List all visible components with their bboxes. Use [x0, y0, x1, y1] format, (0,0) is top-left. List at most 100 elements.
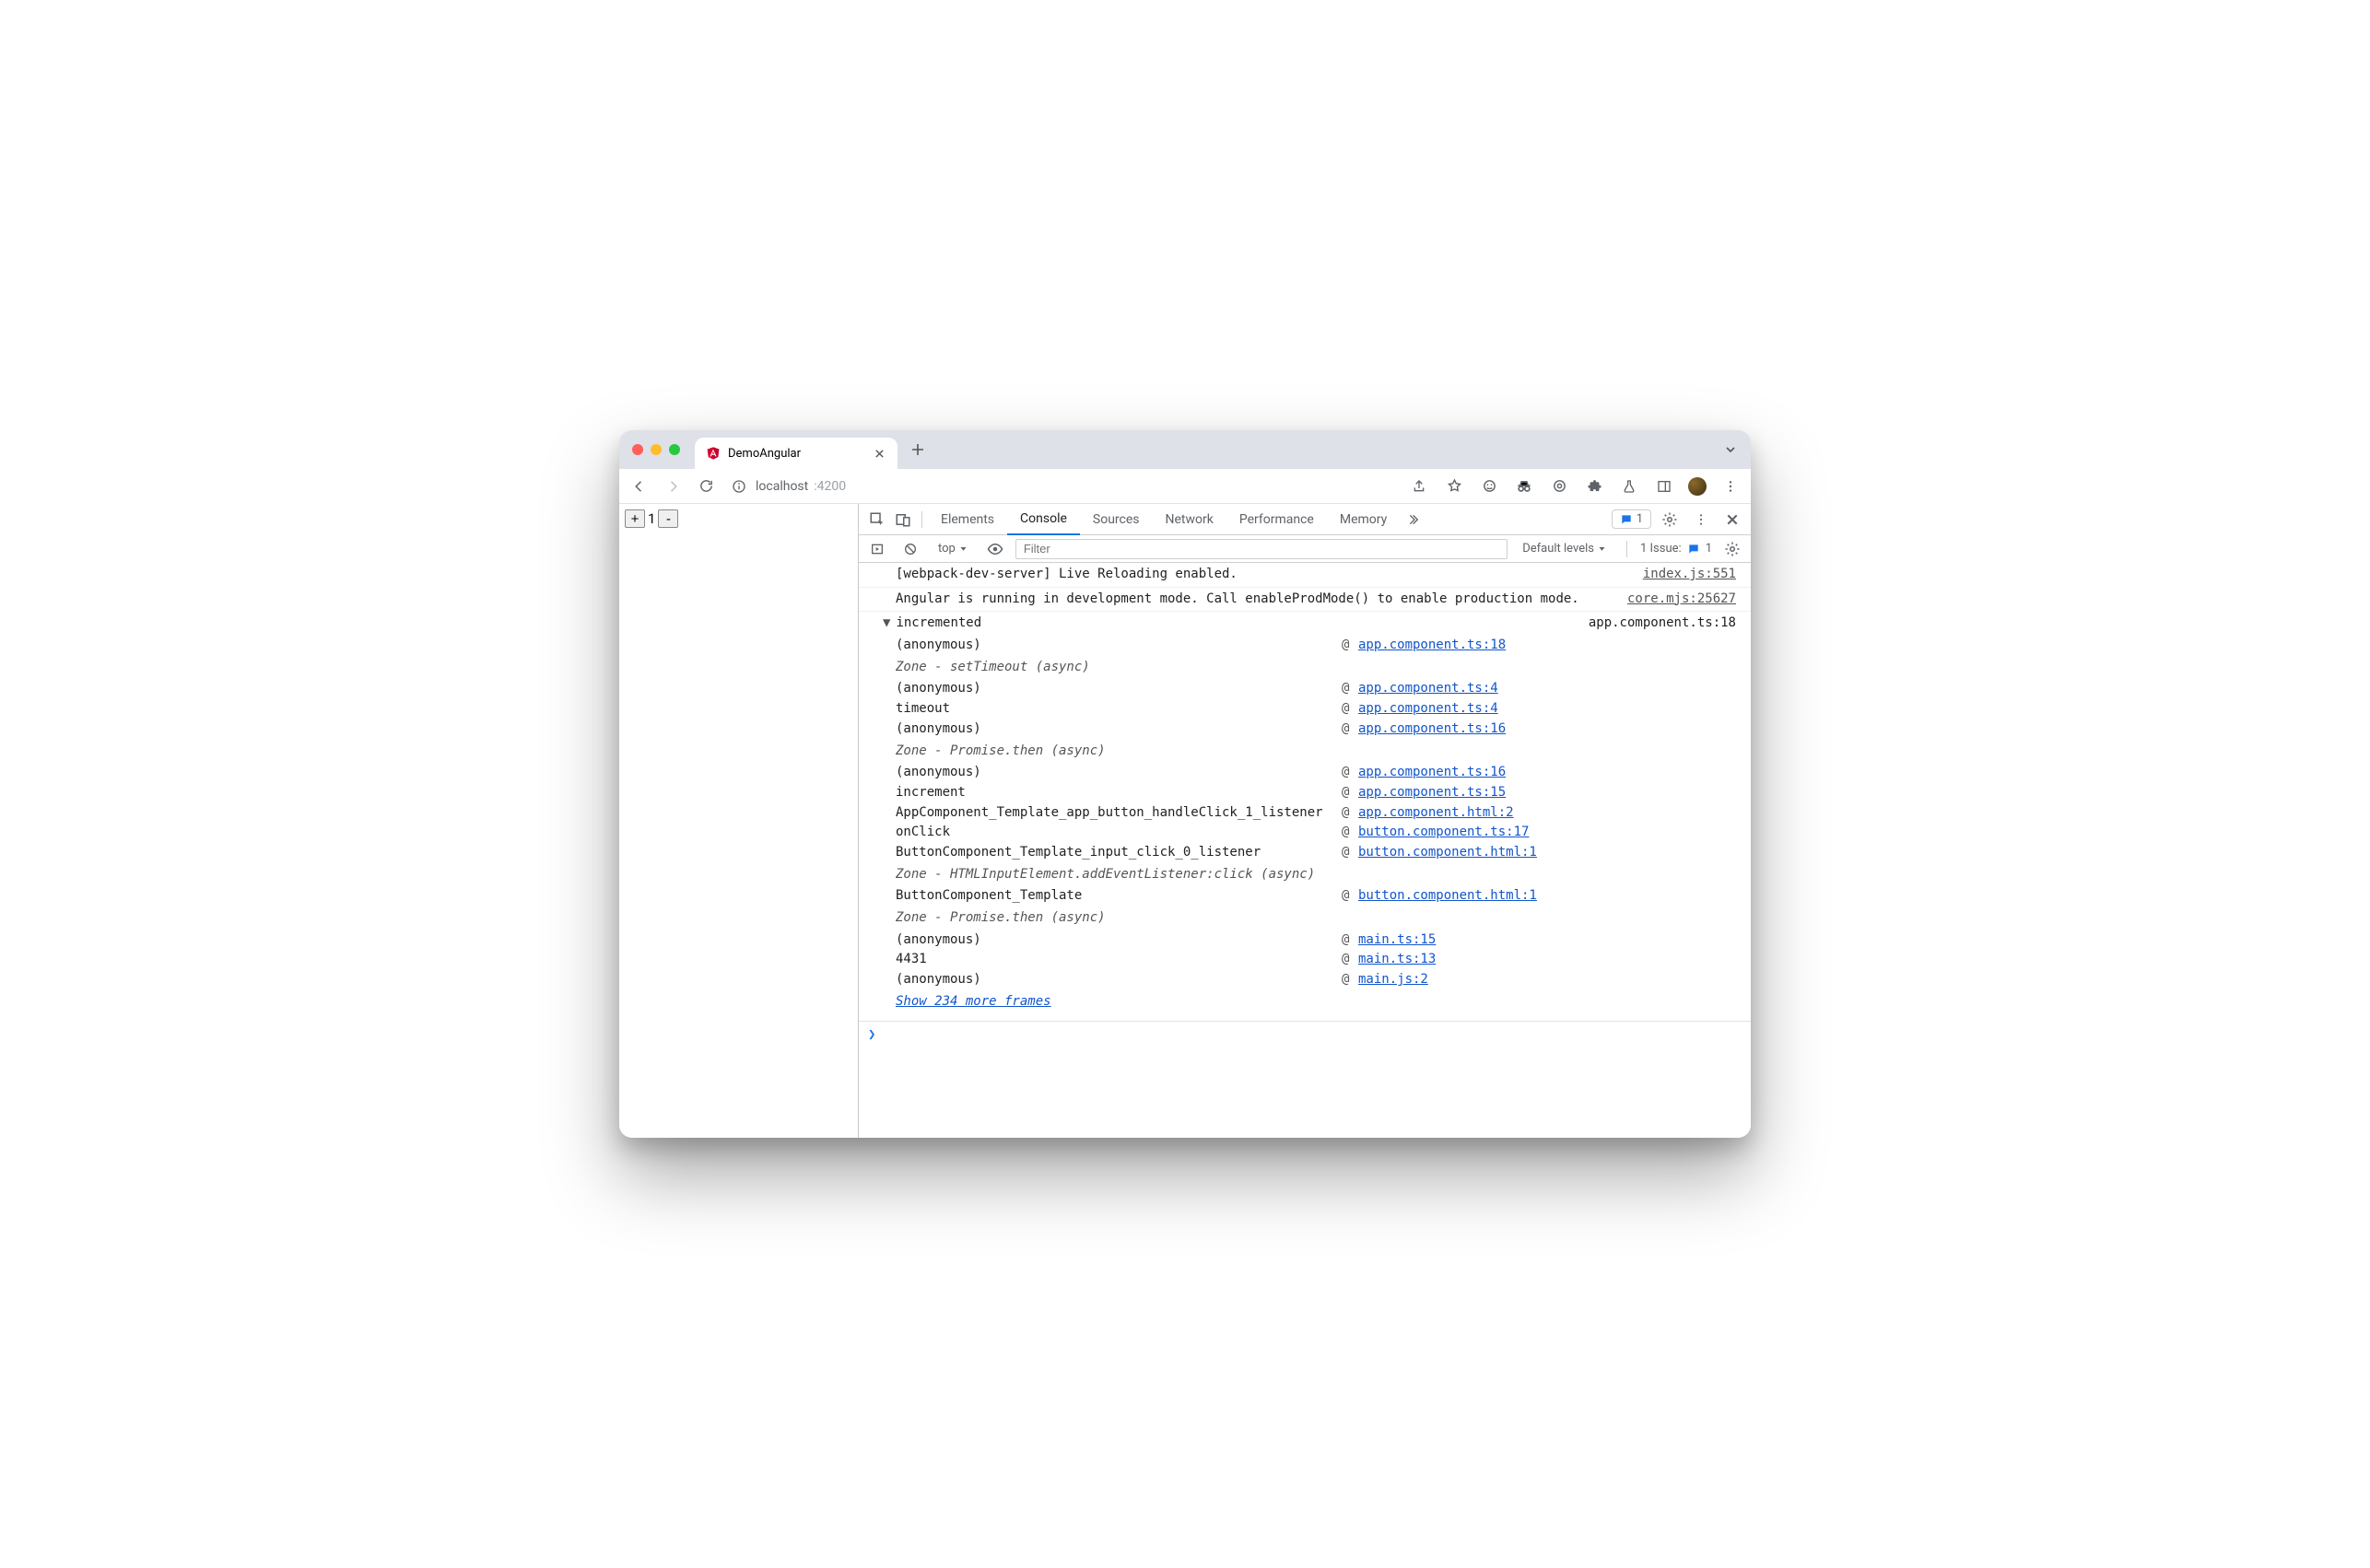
- profile-avatar[interactable]: [1688, 477, 1707, 496]
- at-symbol: @: [1342, 886, 1355, 907]
- labs-flask-icon[interactable]: [1618, 475, 1640, 497]
- frame-source-link[interactable]: app.component.html:2: [1358, 803, 1751, 824]
- devtools-kebab-icon[interactable]: [1688, 507, 1714, 532]
- live-expression-eye-icon[interactable]: [982, 536, 1008, 562]
- messages-indicator[interactable]: 1: [1612, 509, 1651, 529]
- frame-function: 4431: [896, 950, 1338, 970]
- console-toolbar: top Default levels 1 Issue: 1: [859, 535, 1751, 563]
- stack-frame: (anonymous)@app.component.ts:16: [859, 763, 1751, 783]
- bookmark-star-icon[interactable]: [1443, 475, 1465, 497]
- at-symbol: @: [1342, 843, 1355, 863]
- frame-source-link[interactable]: app.component.ts:16: [1358, 763, 1751, 783]
- frame-function: (anonymous): [896, 763, 1338, 783]
- tab-close-button[interactable]: [872, 446, 886, 461]
- incognito-icon[interactable]: [1513, 475, 1535, 497]
- at-symbol: @: [1342, 720, 1355, 740]
- chrome-menu-button[interactable]: [1719, 475, 1742, 497]
- frame-source-link[interactable]: app.component.ts:4: [1358, 679, 1751, 699]
- nav-forward-button[interactable]: [662, 475, 684, 497]
- console-filter-input[interactable]: [1015, 539, 1508, 559]
- console-message: [webpack-dev-server] Live Reloading enab…: [859, 563, 1751, 588]
- frame-function: onClick: [896, 823, 1338, 843]
- frame-source-link[interactable]: app.component.ts:4: [1358, 699, 1751, 720]
- frame-function: timeout: [896, 699, 1338, 720]
- tab-memory[interactable]: Memory: [1327, 504, 1400, 535]
- at-symbol: @: [1342, 930, 1355, 951]
- source-link[interactable]: app.component.ts:18: [1589, 614, 1736, 634]
- stack-frame: onClick@button.component.ts:17: [859, 823, 1751, 843]
- tab-elements[interactable]: Elements: [928, 504, 1007, 535]
- increment-button[interactable]: +: [625, 509, 645, 528]
- at-symbol: @: [1342, 636, 1355, 656]
- new-tab-button[interactable]: [905, 437, 931, 462]
- divider: [921, 511, 922, 528]
- more-tabs-button[interactable]: [1400, 507, 1426, 532]
- frame-function: (anonymous): [896, 970, 1338, 990]
- devtools-close-icon[interactable]: [1719, 507, 1745, 532]
- levels-label: Default levels: [1522, 542, 1594, 556]
- share-icon[interactable]: [1408, 475, 1430, 497]
- tab-network[interactable]: Network: [1153, 504, 1226, 535]
- sidepanel-icon[interactable]: [1653, 475, 1675, 497]
- stack-frame: (anonymous)@app.component.ts:4: [859, 679, 1751, 699]
- frame-source-link[interactable]: main.js:2: [1358, 970, 1751, 990]
- tabstrip-caret-button[interactable]: [1718, 437, 1743, 462]
- frame-source-link[interactable]: app.component.ts:15: [1358, 783, 1751, 803]
- stack-frame: ButtonComponent_Template@button.componen…: [859, 886, 1751, 907]
- frame-function: (anonymous): [896, 720, 1338, 740]
- decrement-button[interactable]: -: [658, 509, 678, 528]
- disclosure-triangle-icon[interactable]: ▼: [883, 614, 890, 634]
- frame-source-link[interactable]: button.component.html:1: [1358, 886, 1751, 907]
- tab-sources[interactable]: Sources: [1080, 504, 1153, 535]
- frame-source-link[interactable]: main.ts:15: [1358, 930, 1751, 951]
- at-symbol: @: [1342, 803, 1355, 824]
- devtools-settings-icon[interactable]: [1657, 507, 1683, 532]
- devicemode-icon[interactable]: [890, 507, 916, 532]
- console-prompt[interactable]: ❯: [859, 1022, 1751, 1049]
- frame-function: ButtonComponent_Template_input_click_0_l…: [896, 843, 1338, 863]
- maximize-window-button[interactable]: [669, 444, 680, 455]
- trace-header[interactable]: ▼ incremented app.component.ts:18: [859, 612, 1751, 636]
- frame-source-link[interactable]: app.component.ts:18: [1358, 636, 1751, 656]
- source-link[interactable]: index.js:551: [1643, 565, 1736, 585]
- extension-icon-1[interactable]: [1478, 475, 1500, 497]
- inspect-element-icon[interactable]: [864, 507, 890, 532]
- nav-reload-button[interactable]: [695, 475, 717, 497]
- at-symbol: @: [1342, 823, 1355, 843]
- show-more-frames-link[interactable]: Show 234 more frames: [859, 990, 1751, 1018]
- frame-function: increment: [896, 783, 1338, 803]
- stack-frame: AppComponent_Template_app_button_handleC…: [859, 803, 1751, 824]
- close-window-button[interactable]: [632, 444, 643, 455]
- frame-function: (anonymous): [896, 930, 1338, 951]
- frame-source-link[interactable]: button.component.ts:17: [1358, 823, 1751, 843]
- extension-icon-2[interactable]: [1548, 475, 1570, 497]
- stack-frame: increment@app.component.ts:15: [859, 783, 1751, 803]
- at-symbol: @: [1342, 679, 1355, 699]
- frame-source-link[interactable]: main.ts:13: [1358, 950, 1751, 970]
- frame-function: (anonymous): [896, 636, 1338, 656]
- url-host: localhost: [756, 479, 808, 494]
- source-link[interactable]: core.mjs:25627: [1627, 590, 1736, 610]
- log-levels-select[interactable]: Default levels: [1515, 539, 1613, 559]
- minimize-window-button[interactable]: [651, 444, 662, 455]
- at-symbol: @: [1342, 763, 1355, 783]
- browser-tab[interactable]: DemoAngular: [695, 438, 898, 469]
- console-settings-icon[interactable]: [1719, 536, 1745, 562]
- site-info-icon[interactable]: [728, 475, 750, 497]
- frame-source-link[interactable]: app.component.ts:16: [1358, 720, 1751, 740]
- tab-performance[interactable]: Performance: [1226, 504, 1327, 535]
- tab-console[interactable]: Console: [1007, 504, 1080, 535]
- tab-title: DemoAngular: [728, 447, 801, 461]
- issues-count: 1: [1706, 542, 1712, 556]
- frame-source-link[interactable]: button.component.html:1: [1358, 843, 1751, 863]
- extensions-puzzle-icon[interactable]: [1583, 475, 1605, 497]
- tabstrip: DemoAngular: [619, 430, 1751, 469]
- window-controls: [632, 444, 680, 455]
- clear-console-icon[interactable]: [898, 536, 923, 562]
- execution-context-select[interactable]: top: [931, 539, 975, 559]
- stack-frame: timeout@app.component.ts:4: [859, 699, 1751, 720]
- toggle-sidebar-icon[interactable]: [864, 536, 890, 562]
- issues-indicator[interactable]: 1 Issue: 1: [1640, 542, 1712, 556]
- omnibox[interactable]: localhost:4200: [728, 475, 846, 497]
- nav-back-button[interactable]: [628, 475, 651, 497]
